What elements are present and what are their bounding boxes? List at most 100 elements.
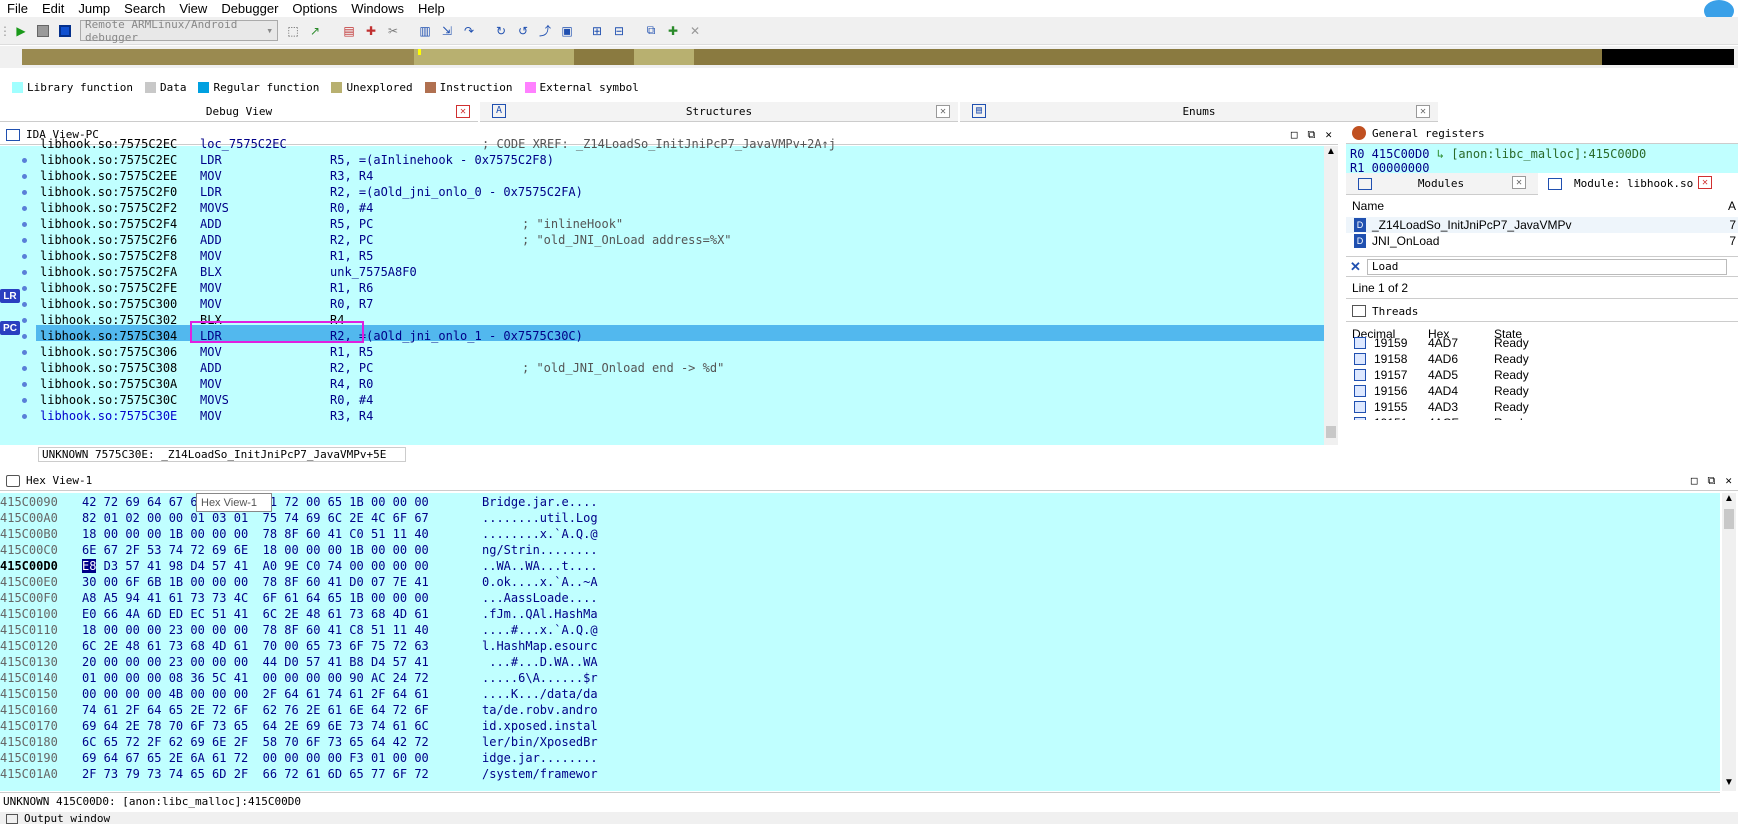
disasm-line[interactable]: libhook.so:7575C2F8 MOV R1, R5 [40, 249, 522, 265]
close-icon[interactable]: ✕ [456, 105, 470, 118]
disasm-mnemonic[interactable]: MOV [200, 409, 330, 423]
registers-view[interactable]: R0 415C00D0 ↳ [anon:libc_malloc]:415C00D… [1346, 144, 1738, 173]
disasm-address[interactable]: libhook.so:7575C2FE [40, 281, 200, 295]
hex-ascii[interactable]: .....6\A......$r [482, 671, 598, 685]
hex-row[interactable]: 415C00B0 18 00 00 00 1B 00 00 00 78 8F 60… [0, 527, 598, 543]
disasm-operands[interactable]: R0, #4 [330, 393, 522, 407]
scroll-down-icon[interactable]: ▼ [1722, 777, 1736, 791]
refresh-window-icon[interactable]: ⊞ [588, 22, 606, 40]
hex-bytes[interactable]: 2F 73 79 73 74 65 6D 2F 66 72 61 6D 65 7… [82, 767, 482, 781]
hex-bytes[interactable]: 69 64 2E 78 70 6F 73 65 64 2E 69 6E 73 7… [82, 719, 482, 733]
scroll-up-icon[interactable]: ▲ [1324, 146, 1338, 160]
hex-ascii[interactable]: 0.ok....x.`A..~A [482, 575, 598, 589]
float-icon[interactable]: ⧉ [1308, 128, 1316, 142]
scroll-thumb[interactable] [1326, 426, 1336, 438]
layout-icon[interactable]: ⊟ [610, 22, 628, 40]
thread-row[interactable]: 19157 4AD5 Ready [1346, 367, 1738, 383]
hex-bytes[interactable]: 74 61 2F 64 65 2E 72 6F 62 76 2E 61 6E 6… [82, 703, 482, 717]
add-breakpoint-icon[interactable]: ✚ [362, 22, 380, 40]
close-icon[interactable]: ✕ [1698, 175, 1712, 189]
step-over-icon[interactable]: ↷ [460, 22, 478, 40]
remove-watch-icon[interactable]: ✕ [686, 22, 704, 40]
modules-col-addr[interactable]: A [1728, 199, 1736, 213]
disasm-mnemonic[interactable]: ADD [200, 233, 330, 247]
disasm-address[interactable]: libhook.so:7575C2EC [40, 153, 200, 167]
menu-view[interactable]: View [172, 1, 214, 16]
window-icon[interactable]: ▣ [558, 22, 576, 40]
hex-ascii[interactable]: ...AassLoade.... [482, 591, 598, 605]
disasm-operands[interactable]: R4, R0 [330, 377, 522, 391]
hex-ascii[interactable]: ...#...D.WA..WA [482, 655, 597, 669]
disasm-address[interactable]: libhook.so:7575C30A [40, 377, 200, 391]
filter-input[interactable]: Load [1366, 258, 1727, 275]
hex-view[interactable]: 415C0090 42 72 69 64 67 65 2E 6A 61 72 00… [0, 493, 1720, 791]
disasm-operands[interactable]: R5, =(aInlinehook - 0x7575C2F8) [330, 153, 554, 167]
tab-enums[interactable]: ▤ Enums ✕ [960, 102, 1438, 122]
disasm-line[interactable]: libhook.so:7575C2F4 ADD R5, PC; "inlineHoo… [40, 217, 623, 233]
breakpoint-dot[interactable] [22, 238, 27, 243]
hex-ascii[interactable]: ler/bin/XposedBr [482, 735, 598, 749]
close-icon[interactable]: ✕ [1416, 105, 1430, 118]
hex-row[interactable]: 415C0140 01 00 00 00 08 36 5C 41 00 00 00… [0, 671, 598, 687]
breakpoint-dot[interactable] [22, 334, 27, 339]
screen-icon[interactable]: ⧉ [642, 22, 660, 40]
step-list-icon[interactable]: ▥ [416, 22, 434, 40]
tab-debug-view[interactable]: Debug View ✕ [0, 102, 478, 122]
hex-row[interactable]: 415C0120 6C 2E 48 61 73 68 4D 61 70 00 65… [0, 639, 598, 655]
hex-ascii[interactable]: idge.jar........ [482, 751, 598, 765]
scroll-up-icon[interactable]: ▲ [1722, 493, 1736, 507]
disasm-mnemonic[interactable]: MOV [200, 377, 330, 391]
thread-row[interactable]: 19155 4AD3 Ready [1346, 399, 1738, 415]
breakpoint-dot[interactable] [22, 206, 27, 211]
disasm-address[interactable]: libhook.so:7575C2EE [40, 169, 200, 183]
trace-icon[interactable]: ⤴ [536, 22, 554, 40]
breakpoint-dot[interactable] [22, 286, 27, 291]
disasm-address[interactable]: libhook.so:7575C304 [40, 329, 200, 343]
menu-file[interactable]: File [0, 1, 35, 16]
add-watch-icon[interactable]: ✚ [664, 22, 682, 40]
module-row[interactable]: D _Z14LoadSo_InitJniPcP7_JavaVMPv 7 [1346, 217, 1738, 233]
hex-bytes[interactable]: 69 64 67 65 2E 6A 61 72 00 00 00 00 F3 0… [82, 751, 482, 765]
thread-row[interactable]: 19151 4ACF Ready [1346, 415, 1738, 420]
disasm-operands[interactable]: unk_7575A8F0 [330, 265, 522, 279]
hex-row[interactable]: 415C0110 18 00 00 00 23 00 00 00 78 8F 60… [0, 623, 598, 639]
disasm-address[interactable]: libhook.so:7575C2F4 [40, 217, 200, 231]
breakpoint-icon[interactable]: ⬚ [284, 22, 302, 40]
hex-row[interactable]: 415C0160 74 61 2F 64 65 2E 72 6F 62 76 2E… [0, 703, 598, 719]
ida-view[interactable]: libhook.so:7575C2EC loc_7575C2EC; CODE XR… [0, 137, 1338, 445]
hex-ascii[interactable]: l.HashMap.esourc [482, 639, 598, 653]
disasm-address[interactable]: libhook.so:7575C302 [40, 313, 200, 327]
disasm-address[interactable]: libhook.so:7575C2F0 [40, 185, 200, 199]
hex-row[interactable]: 415C0090 42 72 69 64 67 65 2E 6A 61 72 00… [0, 495, 598, 511]
step-into-icon[interactable]: ⇲ [438, 22, 456, 40]
hex-row[interactable]: 415C0150 00 00 00 00 4B 00 00 00 2F 64 61… [0, 687, 598, 703]
disasm-address[interactable]: libhook.so:7575C2EC [40, 137, 200, 151]
step-back-icon[interactable]: ↺ [514, 22, 532, 40]
disasm-line[interactable]: libhook.so:7575C2FE MOV R1, R6 [40, 281, 522, 297]
disasm-operands[interactable]: R3, R4 [330, 169, 522, 183]
stop-button[interactable] [56, 22, 74, 40]
hex-bytes[interactable]: 00 00 00 00 4B 00 00 00 2F 64 61 74 61 2… [82, 687, 482, 701]
breakpoint-dot[interactable] [22, 398, 27, 403]
clear-filter-icon[interactable]: ✕ [1350, 259, 1361, 275]
disasm-line[interactable]: libhook.so:7575C2EC loc_7575C2EC; CODE XR… [40, 137, 836, 153]
disasm-line[interactable]: libhook.so:7575C2FA BLX unk_7575A8F0 [40, 265, 522, 281]
tab-structures[interactable]: A Structures ✕ [480, 102, 958, 122]
hex-ascii[interactable]: ng/Strin........ [482, 543, 598, 557]
disasm-mnemonic[interactable]: MOVS [200, 393, 330, 407]
disasm-operands[interactable]: R1, R6 [330, 281, 522, 295]
disasm-operands[interactable]: R2, PC [330, 233, 522, 247]
disasm-operands[interactable]: R2, PC [330, 361, 522, 375]
hex-bytes[interactable]: 42 72 69 64 67 65 2E 6A 61 72 00 65 1B 0… [82, 495, 482, 509]
disasm-line[interactable]: libhook.so:7575C30E MOV R3, R4 [40, 409, 522, 425]
tab-module-libhook[interactable]: Module: libhook.so ✕ [1538, 172, 1738, 195]
hex-row[interactable]: 415C0130 20 00 00 00 23 00 00 00 44 D0 57… [0, 655, 598, 671]
disasm-address[interactable]: libhook.so:7575C30C [40, 393, 200, 407]
menu-search[interactable]: Search [117, 1, 172, 16]
disasm-mnemonic[interactable]: MOVS [200, 201, 330, 215]
disasm-line[interactable]: libhook.so:7575C308 ADD R2, PC; "old_JNI_O… [40, 361, 724, 377]
disasm-address[interactable]: libhook.so:7575C2F6 [40, 233, 200, 247]
breakpoint-dot[interactable] [22, 382, 27, 387]
disasm-address[interactable]: libhook.so:7575C306 [40, 345, 200, 359]
close-icon[interactable]: ✕ [1725, 474, 1732, 488]
